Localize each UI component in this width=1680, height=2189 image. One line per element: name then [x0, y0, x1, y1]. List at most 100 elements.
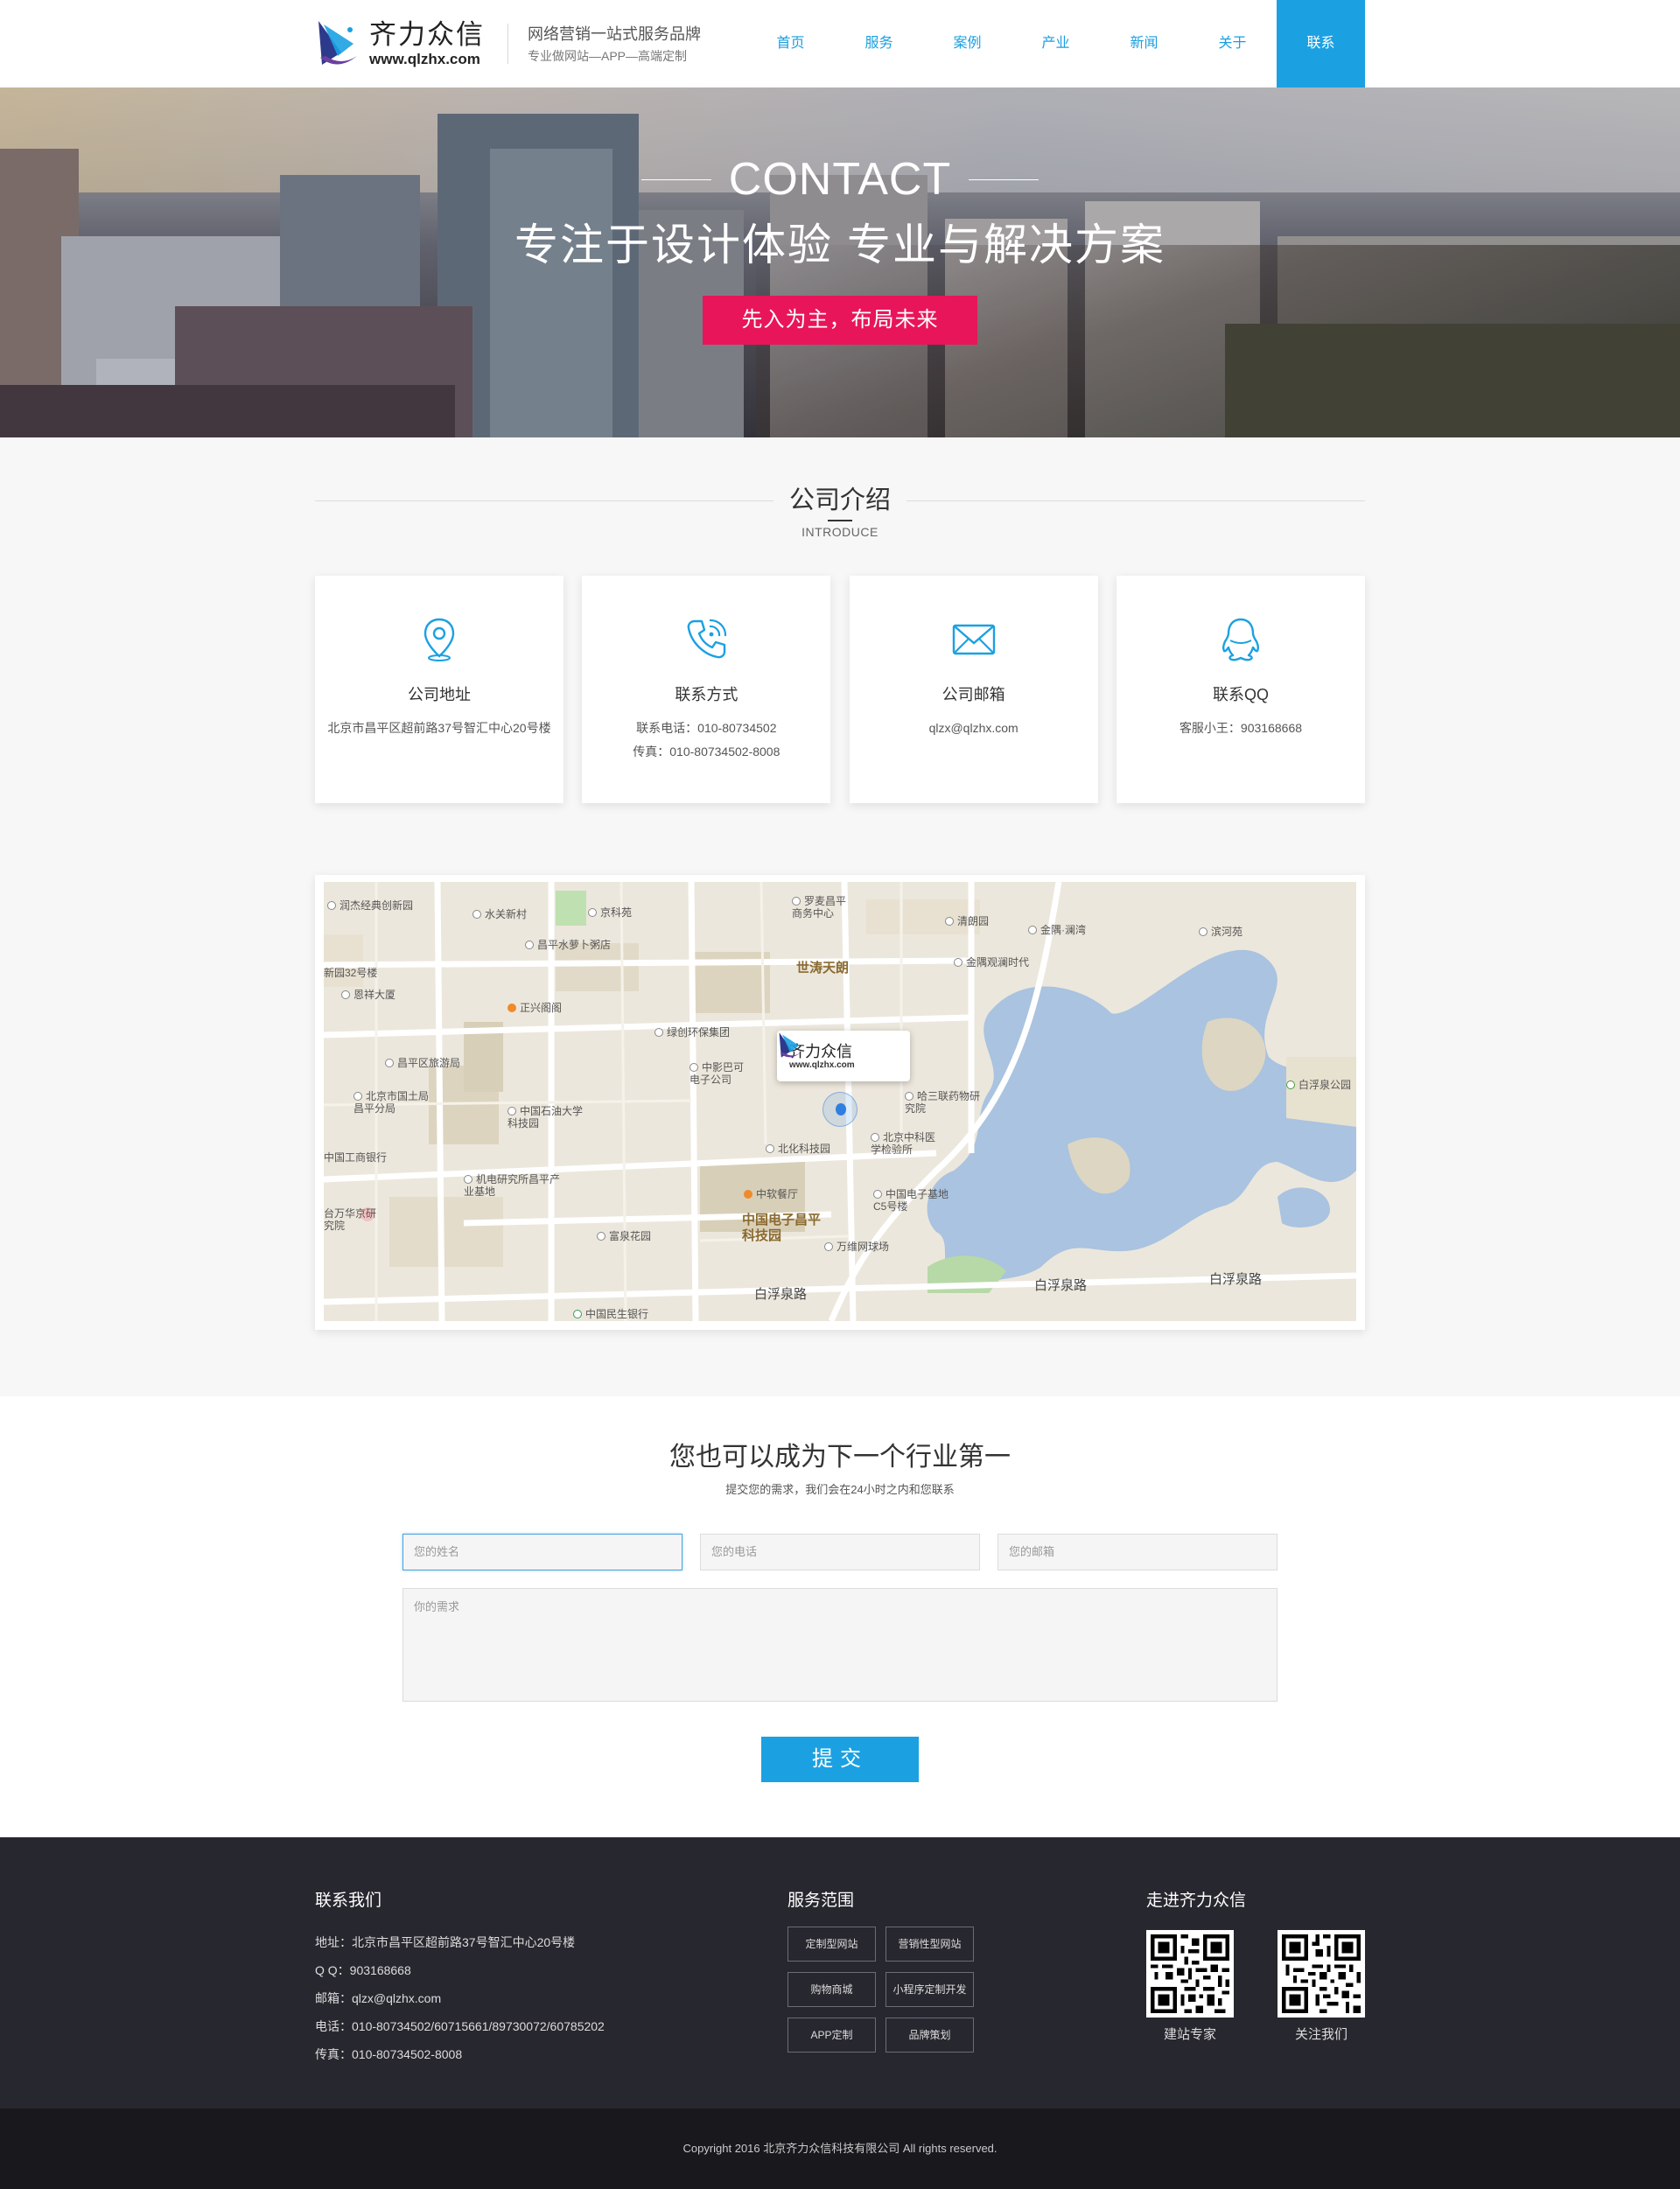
nav-contact[interactable]: 联系 [1277, 0, 1365, 87]
footer-qq: Q Q：903168668 [315, 1963, 411, 1977]
map-poi-label: 机电研究所昌平产业基地 [464, 1173, 561, 1198]
map-poi-label: 滨河苑 [1199, 926, 1242, 938]
copyright: Copyright 2016 北京齐力众信科技有限公司 All rights r… [0, 2109, 1680, 2189]
service-link[interactable]: 购物商城 [788, 1972, 876, 2007]
card-title: 联系方式 [675, 686, 738, 703]
card-address: 公司地址 北京市昌平区超前路37号智汇中心20号楼 [315, 576, 564, 803]
form-subtitle: 提交您的需求，我们会在24小时之内和您联系 [725, 1483, 955, 1496]
footer-about-title: 走进齐力众信 [1146, 1892, 1247, 1910]
phone-icon [687, 619, 727, 659]
qr-code-icon [1278, 1930, 1365, 2018]
map-poi-label: 白浮泉公园 [1286, 1079, 1351, 1091]
requirement-textarea[interactable]: 你的需求 [402, 1588, 1278, 1702]
mail-icon [952, 624, 995, 655]
phone-input[interactable]: 您的电话 [700, 1534, 980, 1570]
name-input[interactable]: 您的姓名 [402, 1534, 682, 1570]
footer-address: 地址：北京市昌平区超前路37号智汇中心20号楼 [315, 1935, 576, 1949]
qr-label: 建站专家 [1163, 2027, 1216, 2042]
logo[interactable]: 齐力众信 www.qlzhx.com [315, 0, 485, 87]
footer-fax: 传真：010-80734502-8008 [315, 2047, 463, 2061]
map-poi-label: 昌平区旅游局 [385, 1057, 460, 1069]
logo-mark-icon [779, 1032, 802, 1058]
map-poi-label: 中国石油大学科技园 [508, 1105, 584, 1129]
map-poi-label: 富泉花园 [597, 1230, 651, 1242]
map-poi-label: 清朗园 [945, 915, 989, 927]
nav-cases[interactable]: 案例 [923, 0, 1012, 87]
location-marker-icon[interactable] [822, 1092, 858, 1127]
nav-news[interactable]: 新闻 [1100, 0, 1188, 87]
qq-icon [1222, 618, 1259, 661]
map-poi-label: 罗麦昌平商务中心 [792, 895, 847, 920]
map-poi-label: 北京中科医学检验所 [871, 1131, 936, 1156]
email-input[interactable]: 您的邮箱 [998, 1534, 1278, 1570]
card-qq: 联系QQ 客服小王：903168668 [1116, 576, 1365, 803]
location-pin-icon [424, 618, 455, 661]
map-poi-label: 京科苑 [588, 906, 632, 919]
footer-service-title: 服务范围 [788, 1892, 855, 1910]
logo-name: 齐力众信 [369, 19, 485, 50]
map-poi-label: 北京市国土局昌平分局 [354, 1090, 430, 1115]
map-poi-label: 哈三联药物研究院 [905, 1090, 981, 1115]
map-poi-label: 中国民生银行 [573, 1308, 648, 1320]
map-poi-label: 恩祥大厦 [341, 989, 396, 1001]
intro-title: 公司介绍 [773, 483, 906, 521]
card-detail: qlzx@qlzhx.com [928, 721, 1018, 735]
map-poi-label: 新园32号楼 [324, 967, 378, 979]
service-link[interactable]: 品牌策划 [886, 2018, 974, 2053]
slogan-sub: 专业做网站—APP—高端定制 [528, 49, 688, 63]
card-title: 联系QQ [1212, 686, 1269, 703]
slogan-main: 网络营销一站式服务品牌 [528, 25, 701, 43]
card-detail: 客服小王：903168668 [1179, 721, 1303, 735]
qr-label: 关注我们 [1294, 2027, 1348, 2042]
map-poi-label: 金隅·澜湾 [1028, 924, 1086, 936]
inquiry-section: 您也可以成为下一个行业第一 提交您的需求，我们会在24小时之内和您联系 您的姓名… [0, 1396, 1680, 1837]
map-poi-label: 润杰经典创新园 [327, 899, 413, 912]
map-road-label: 白浮泉路 [754, 1287, 808, 1302]
footer: 联系我们 地址：北京市昌平区超前路37号智汇中心20号楼 Q Q：9031686… [0, 1837, 1680, 2109]
footer-phone: 电话：010-80734502/60715661/89730072/607852… [315, 2019, 605, 2033]
nav-services[interactable]: 服务 [835, 0, 923, 87]
contact-cards: 公司地址 北京市昌平区超前路37号智汇中心20号楼 联系方式 联系电话：010-… [315, 576, 1365, 803]
card-detail: 传真：010-80734502-8008 [633, 745, 780, 759]
map-road-label: 白浮泉路 [1034, 1278, 1088, 1293]
map-poi-label: 绿创环保集团 [654, 1026, 730, 1039]
card-phone: 联系方式 联系电话：010-80734502 传真：010-80734502-8… [582, 576, 831, 803]
intro-section: 公司介绍 INTRODUCE 公司地址 北京市昌平区超前路37号智汇中心20号楼 [0, 437, 1680, 1396]
qr-code-icon [1146, 1930, 1234, 2018]
service-link[interactable]: 定制型网站 [788, 1927, 876, 1962]
nav-industry[interactable]: 产业 [1012, 0, 1100, 87]
map-poi-label: 北化科技园 [766, 1143, 830, 1155]
map-poi-label: 中影巴可电子公司 [690, 1061, 745, 1086]
intro-subtitle: INTRODUCE [802, 525, 878, 539]
map-poi-label: 正兴阁阁 [508, 1002, 562, 1014]
card-email: 公司邮箱 qlzx@qlzhx.com [849, 576, 1098, 803]
nav-about[interactable]: 关于 [1188, 0, 1277, 87]
map-box: 润杰经典创新园 水关新村 京科苑 罗麦昌平商务中心 清朗园 金隅·澜湾 滨河苑 … [315, 875, 1365, 1330]
footer-contact-title: 联系我们 [315, 1892, 382, 1910]
map-marker-label[interactable]: 齐力众信 www.qlzhx.com [777, 1031, 910, 1081]
footer-email: 邮箱：qlzx@qlzhx.com [315, 1991, 442, 2005]
nav-home[interactable]: 首页 [746, 0, 835, 87]
location-map[interactable]: 润杰经典创新园 水关新村 京科苑 罗麦昌平商务中心 清朗园 金隅·澜湾 滨河苑 … [324, 882, 1356, 1321]
map-marker-url: www.qlzhx.com [789, 1060, 855, 1070]
service-link[interactable]: 小程序定制开发 [886, 1972, 974, 2007]
card-detail: 北京市昌平区超前路37号智汇中心20号楼 [327, 721, 551, 735]
submit-button[interactable]: 提交 [761, 1737, 919, 1782]
map-poi-label: 金隅观澜时代 [954, 956, 1029, 969]
banner-title-en: CONTACT [624, 149, 1056, 210]
map-poi-label: 中软餐厅 [744, 1188, 798, 1200]
map-poi-label: 台万华京研究院 [324, 1207, 377, 1232]
map-area-label: 中国电子昌平科技园 [742, 1213, 822, 1243]
map-poi-label: 水关新村 [472, 908, 527, 920]
logo-url: www.qlzhx.com [369, 51, 480, 67]
map-area-label: 世涛天朗 [796, 961, 850, 976]
service-link[interactable]: 营销性型网站 [886, 1927, 974, 1962]
map-road-label: 白浮泉路 [1209, 1272, 1263, 1287]
service-link[interactable]: APP定制 [788, 2018, 876, 2053]
logo-mark-icon [318, 21, 357, 65]
map-poi-label: 中国电子基地C5号楼 [873, 1188, 949, 1213]
card-title: 公司邮箱 [942, 686, 1005, 703]
banner-button[interactable]: 先入为主，布局未来 [703, 296, 977, 345]
map-poi-label: 万维网球场 [824, 1241, 889, 1253]
map-poi-label: 中国工商银行 [324, 1151, 388, 1164]
